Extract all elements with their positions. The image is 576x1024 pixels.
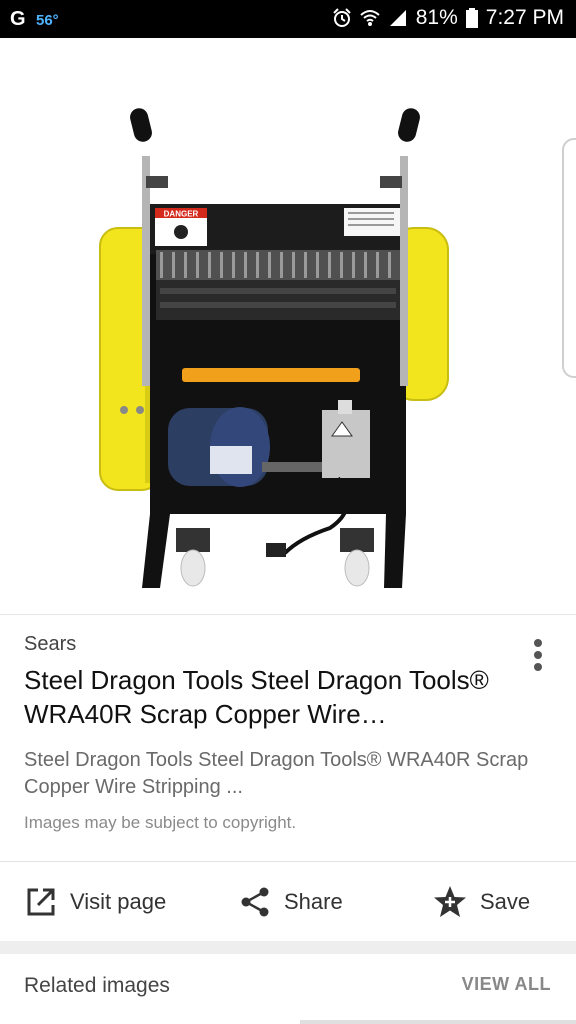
clock: 7:27 PM xyxy=(485,6,564,29)
next-image-preview[interactable] xyxy=(562,138,576,378)
share-icon xyxy=(241,887,269,917)
copyright-notice: Images may be subject to copyright. xyxy=(24,813,297,832)
google-icon: G xyxy=(10,8,26,30)
battery-icon xyxy=(465,8,478,28)
result-source[interactable]: Sears xyxy=(24,633,76,656)
result-description: Steel Dragon Tools Steel Dragon Tools® W… xyxy=(24,749,529,798)
alarm-icon xyxy=(333,8,351,27)
share-label: Share xyxy=(284,889,343,914)
battery-percent: 81% xyxy=(415,6,458,29)
save-label: Save xyxy=(480,889,531,914)
related-images-bar: Related images VIEW ALL xyxy=(0,954,576,1024)
wifi-icon xyxy=(360,10,380,26)
visit-page-button[interactable]: Visit page xyxy=(24,882,166,922)
share-button[interactable]: Share xyxy=(238,882,343,922)
more-vert-icon[interactable] xyxy=(532,639,544,675)
more-dot xyxy=(534,651,542,659)
status-right: 81% 7:27 PM xyxy=(332,6,564,30)
more-dot xyxy=(534,663,542,671)
related-images-label: Related images xyxy=(24,974,170,997)
open-in-new-icon xyxy=(27,888,55,916)
product-image-area[interactable]: DANGER xyxy=(0,38,576,614)
related-divider xyxy=(300,1020,576,1024)
weather-temperature: 56° xyxy=(36,12,59,29)
action-bar: Visit page Share Save xyxy=(0,861,576,942)
star-icon xyxy=(434,886,466,917)
danger-label: DANGER xyxy=(164,210,199,219)
result-title[interactable]: Steel Dragon Tools Steel Dragon Tools® W… xyxy=(24,663,514,731)
result-card: Sears Steel Dragon Tools Steel Dragon To… xyxy=(0,614,576,941)
more-dot xyxy=(534,639,542,647)
product-image[interactable]: DANGER xyxy=(0,38,576,614)
view-all-button[interactable]: VIEW ALL xyxy=(462,974,551,995)
status-bar: G 56° 81% 7:27 PM xyxy=(0,0,576,38)
save-button[interactable]: Save xyxy=(432,882,530,922)
visit-page-label: Visit page xyxy=(70,889,167,914)
signal-icon xyxy=(389,10,406,26)
